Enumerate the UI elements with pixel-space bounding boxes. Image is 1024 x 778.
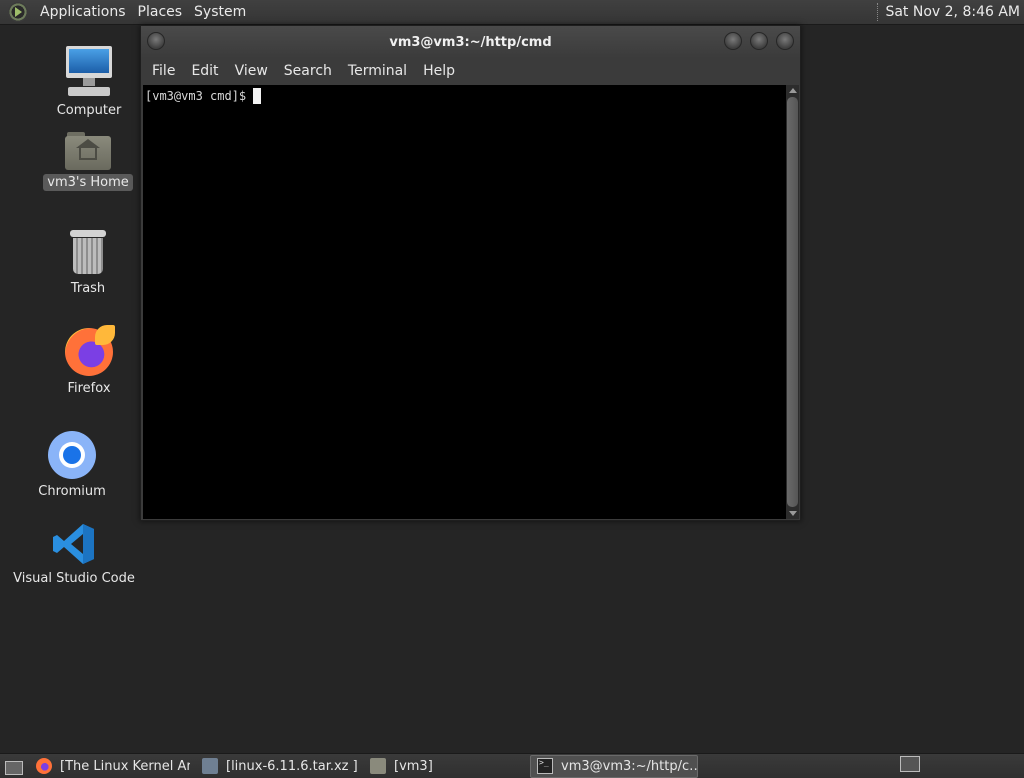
- archive-icon: [202, 758, 218, 774]
- scroll-down-arrow-icon[interactable]: [786, 508, 799, 519]
- top-panel: Applications Places System Sat Nov 2, 8:…: [0, 0, 1024, 25]
- window-title: vm3@vm3:~/http/cmd: [389, 34, 552, 50]
- taskbar-item-folder[interactable]: [vm3]: [364, 755, 524, 778]
- desktop-icon-label: vm3's Home: [43, 174, 133, 191]
- menu-view[interactable]: View: [227, 63, 276, 79]
- terminal-icon: [537, 758, 553, 774]
- menu-help[interactable]: Help: [415, 63, 463, 79]
- scroll-up-arrow-icon[interactable]: [786, 85, 799, 96]
- text-cursor: [253, 88, 262, 104]
- terminal-scrollbar[interactable]: [786, 85, 799, 519]
- window-titlebar[interactable]: vm3@vm3:~/http/cmd: [141, 26, 800, 58]
- desktop-icon-firefox[interactable]: Firefox: [58, 325, 120, 397]
- close-button[interactable]: [776, 32, 794, 50]
- folder-icon: [370, 758, 386, 774]
- desktop-icon-trash[interactable]: Trash: [60, 230, 116, 297]
- terminal-window[interactable]: vm3@vm3:~/http/cmd File Edit View Search…: [140, 25, 801, 521]
- desktop-icon-label: Trash: [70, 281, 106, 296]
- vscode-icon: [52, 522, 96, 566]
- desktop-icon-label: Chromium: [38, 484, 106, 499]
- desktop-icon-label: Computer: [56, 103, 122, 118]
- workspace-switcher-icon[interactable]: [900, 756, 920, 772]
- home-folder-icon: [65, 130, 111, 170]
- desktop-icon-vscode[interactable]: Visual Studio Code: [13, 522, 135, 587]
- taskbar-item-terminal[interactable]: vm3@vm3:~/http/c…: [530, 754, 698, 778]
- show-desktop-icon[interactable]: [2, 756, 24, 776]
- desktop-icon-computer[interactable]: Computer: [56, 46, 122, 119]
- panel-separator: [877, 3, 881, 21]
- menu-search[interactable]: Search: [276, 63, 340, 79]
- menu-edit[interactable]: Edit: [183, 63, 226, 79]
- maximize-button[interactable]: [750, 32, 768, 50]
- window-menu-button[interactable]: [147, 32, 165, 50]
- menu-system[interactable]: System: [188, 4, 252, 20]
- minimize-button[interactable]: [724, 32, 742, 50]
- bottom-panel: [The Linux Kernel Ar… [linux-6.11.6.tar.…: [0, 753, 1024, 778]
- clock[interactable]: Sat Nov 2, 8:46 AM: [885, 4, 1024, 20]
- taskbar-item-label: [linux-6.11.6.tar.xz ]: [226, 758, 358, 774]
- desktop-icon-label: Firefox: [67, 381, 111, 396]
- desktop-icon-chromium[interactable]: Chromium: [36, 431, 108, 500]
- menu-places[interactable]: Places: [132, 4, 189, 20]
- taskbar-item-firefox[interactable]: [The Linux Kernel Ar…: [30, 755, 190, 778]
- terminal-menubar: File Edit View Search Terminal Help: [141, 58, 800, 84]
- menu-terminal[interactable]: Terminal: [340, 63, 415, 79]
- computer-icon: [64, 46, 114, 98]
- taskbar-item-label: [vm3]: [394, 758, 433, 774]
- firefox-icon: [36, 758, 52, 774]
- menu-file[interactable]: File: [145, 63, 183, 79]
- taskbar-item-label: [The Linux Kernel Ar…: [60, 758, 190, 774]
- taskbar-item-archive[interactable]: [linux-6.11.6.tar.xz ]: [196, 755, 358, 778]
- desktop-icon-label: Visual Studio Code: [13, 571, 135, 586]
- scrollbar-thumb[interactable]: [787, 97, 798, 507]
- applications-menu-icon[interactable]: [8, 2, 28, 22]
- trash-icon: [70, 230, 106, 276]
- terminal-output[interactable]: [vm3@vm3 cmd]$: [143, 85, 786, 519]
- menu-applications[interactable]: Applications: [34, 4, 132, 20]
- taskbar-item-label: vm3@vm3:~/http/c…: [561, 758, 698, 774]
- chromium-icon: [48, 431, 96, 479]
- desktop-icon-home[interactable]: vm3's Home: [43, 130, 133, 191]
- prompt-line: [vm3@vm3 cmd]$: [143, 85, 786, 104]
- shell-prompt: [vm3@vm3 cmd]$: [145, 89, 247, 103]
- firefox-icon: [65, 325, 115, 376]
